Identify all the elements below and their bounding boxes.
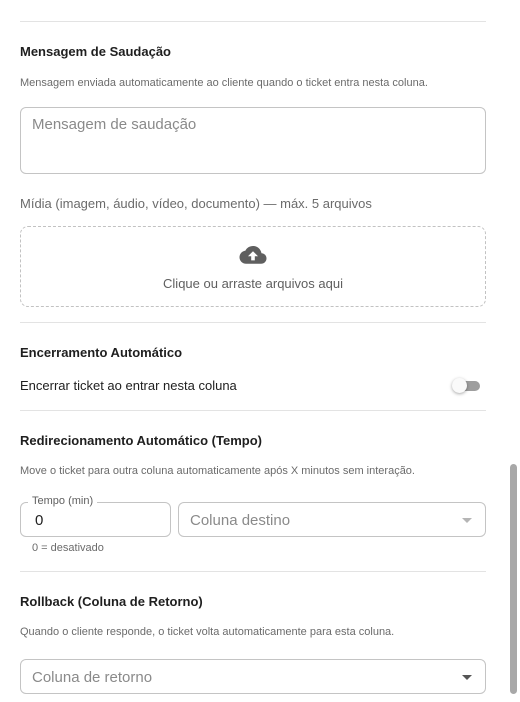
time-minutes-label: Tempo (min) xyxy=(28,495,98,507)
rollback-section-title: Rollback (Coluna de Retorno) xyxy=(20,594,203,609)
rollback-column-placeholder: Coluna de retorno xyxy=(32,669,153,686)
greeting-message-placeholder: Mensagem de saudação xyxy=(32,116,197,133)
chevron-down-icon xyxy=(462,675,472,680)
destination-column-select[interactable]: Coluna destino xyxy=(178,502,486,537)
auto-close-toggle[interactable] xyxy=(452,377,482,395)
auto-close-section-title: Encerramento Automático xyxy=(20,345,183,360)
greeting-description: Mensagem enviada automaticamente ao clie… xyxy=(20,77,428,89)
auto-redirect-section-title: Redirecionamento Automático (Tempo) xyxy=(20,433,262,448)
scrollbar-thumb[interactable] xyxy=(510,464,517,694)
rollback-column-select[interactable]: Coluna de retorno xyxy=(20,659,486,694)
time-minutes-helper: 0 = desativado xyxy=(32,542,104,554)
section-divider xyxy=(20,571,486,572)
cloud-upload-icon xyxy=(239,244,267,271)
toggle-knob xyxy=(452,378,467,393)
section-divider xyxy=(20,322,486,323)
greeting-section-title: Mensagem de Saudação xyxy=(20,44,171,59)
chevron-down-icon xyxy=(462,518,472,523)
section-divider-top xyxy=(20,21,486,22)
auto-close-toggle-label: Encerrar ticket ao entrar nesta coluna xyxy=(20,378,237,393)
section-divider xyxy=(20,410,486,411)
media-label: Mídia (imagem, áudio, vídeo, documento) … xyxy=(20,196,372,211)
rollback-description: Quando o cliente responde, o ticket volt… xyxy=(20,626,395,638)
auto-redirect-description: Move o ticket para outra coluna automati… xyxy=(20,465,415,477)
greeting-message-textarea[interactable]: Mensagem de saudação xyxy=(20,107,486,174)
destination-column-placeholder: Coluna destino xyxy=(190,512,291,529)
time-minutes-input[interactable]: 0 xyxy=(20,502,171,537)
dropzone-text: Clique ou arraste arquivos aqui xyxy=(163,276,343,291)
media-dropzone[interactable]: Clique ou arraste arquivos aqui xyxy=(20,226,486,307)
time-minutes-value: 0 xyxy=(35,512,44,529)
